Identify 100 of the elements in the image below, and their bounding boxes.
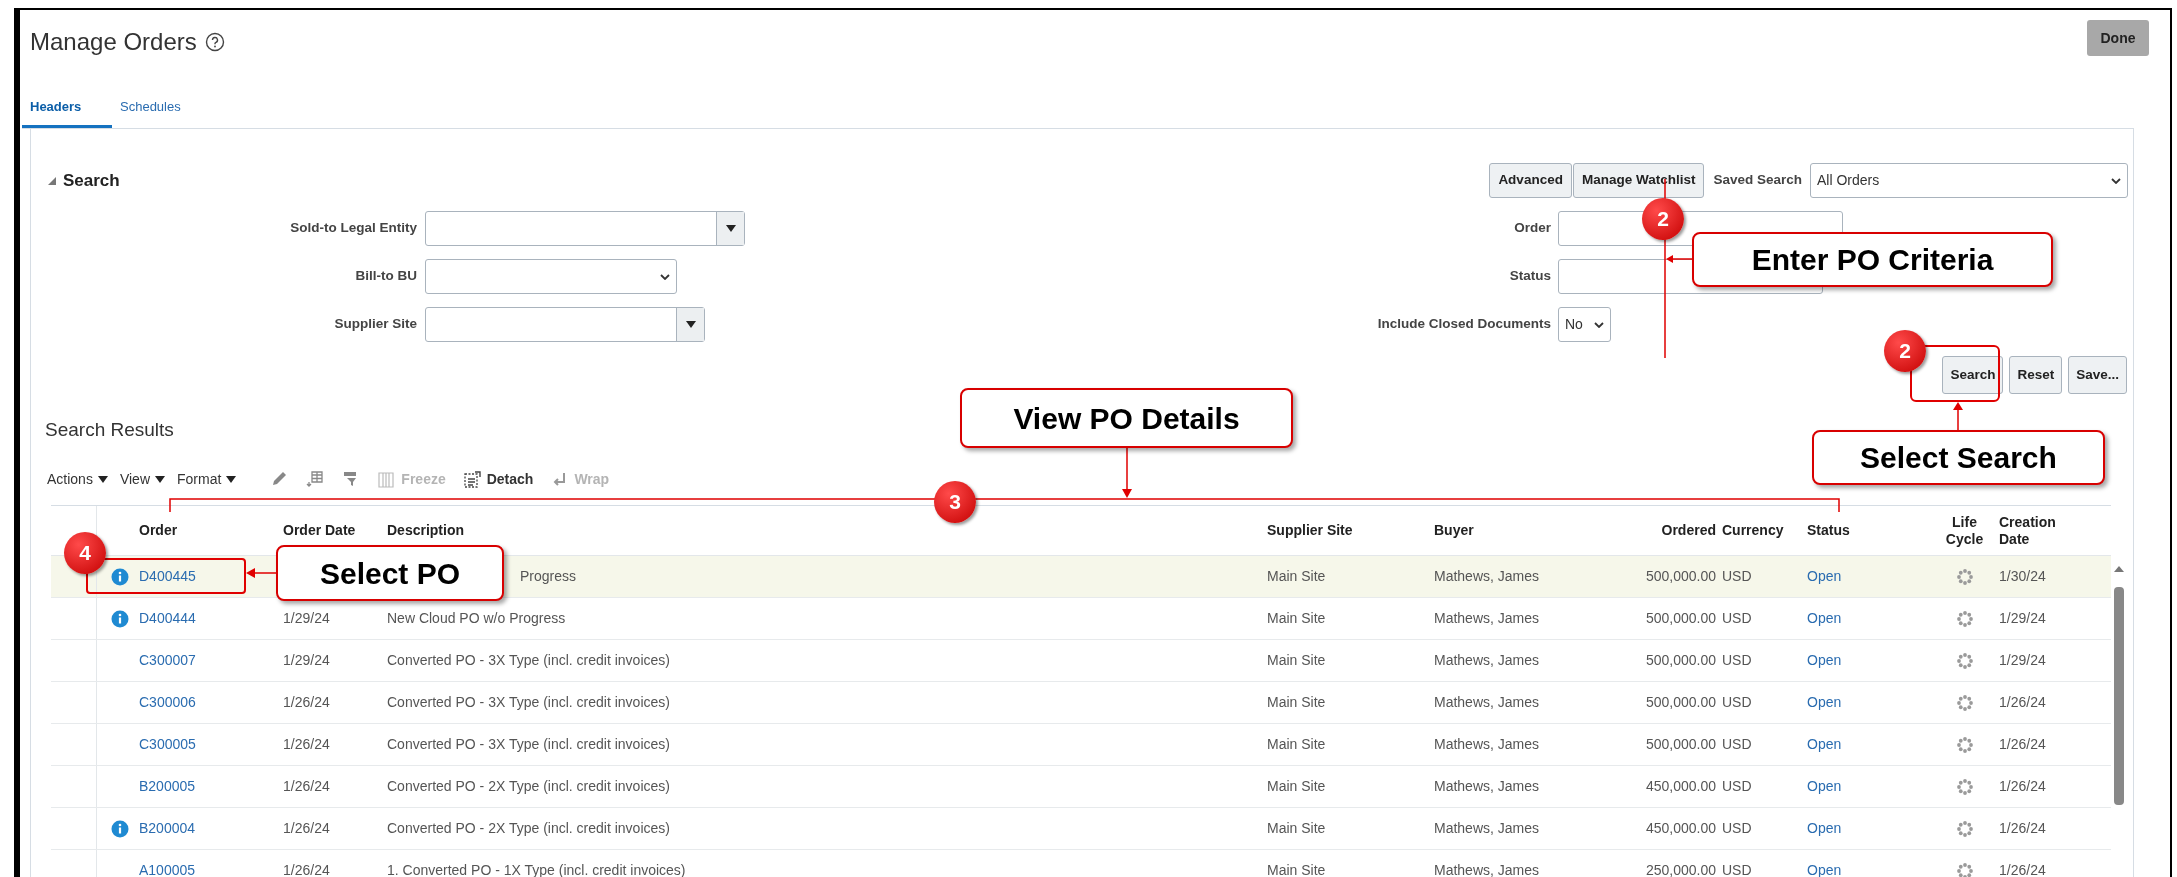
link[interactable]: Open [1807,734,1842,755]
link[interactable]: D400445 [139,566,196,587]
table-cell-text: Main Site [1267,861,1326,877]
table-cell-text: USD [1722,567,1752,586]
toolbar-button[interactable]: Detach [463,468,534,490]
info-icon[interactable] [111,819,129,838]
column-header[interactable]: Order Date [283,522,356,539]
link[interactable]: D400444 [139,608,196,629]
field-label: Saved Search [1713,171,1802,190]
menu-button[interactable]: View [119,468,165,490]
chevron-down-icon[interactable] [2111,177,2121,184]
dotted-circle-icon[interactable] [1955,567,1974,586]
toolbar-button[interactable]: Manage Watchlist [1572,163,1705,198]
link[interactable]: Open [1807,692,1842,713]
tab[interactable]: Headers [22,88,112,128]
dropdown-icon[interactable] [685,321,696,328]
search-action-button[interactable]: Reset [2009,356,2063,394]
table-cell-text: New Cloud PO w/o Progress [387,609,566,628]
link[interactable]: Open [1807,566,1842,587]
table-cell-text: 450,000.00 [1645,777,1716,796]
window-icon[interactable] [463,470,481,488]
table-row[interactable]: D400444 1/29/24 New Cloud PO w/o Progress Main Site Mathews, James 500,000.00 USD Open 1/29/24 [51,598,2111,640]
table-cell-text: USD [1722,651,1752,670]
table-row[interactable]: C300007 1/29/24 Converted PO - 3X Type (incl. credit invoices) Main Site Mathews, James 500,000.00 USD Open 1/29/24 [51,640,2111,682]
column-header[interactable]: Buyer [1434,522,1474,539]
link[interactable]: C300006 [139,692,196,713]
dropdown-icon[interactable] [155,475,165,483]
link[interactable]: Open [1807,818,1842,839]
dotted-circle-icon[interactable] [1955,693,1974,712]
column-header[interactable]: Description [387,522,464,539]
search-action-button[interactable]: Save... [2068,356,2127,394]
link[interactable]: A100005 [139,860,196,877]
scrollbar-thumb[interactable] [2114,587,2124,805]
table-cell-text: Mathews, James [1434,609,1540,628]
link[interactable]: C300005 [139,734,196,755]
dotted-circle-icon[interactable] [1955,651,1974,670]
collapse-triangle-icon[interactable] [47,175,57,186]
chevron-down-icon[interactable] [1594,321,1604,328]
column-header[interactable]: Life Cycle [1944,513,1985,548]
field-label: Order [1513,219,1551,238]
table-cell-text: Mathews, James [1434,777,1540,796]
search-action-button[interactable]: Search [1942,356,2004,394]
dropdown-icon[interactable] [97,475,108,483]
dropdown-icon[interactable] [725,225,736,232]
table-row[interactable]: C300006 1/26/24 Converted PO - 3X Type (incl. credit invoices) Main Site Mathews, James 500,000.00 USD Open 1/26/24 [51,682,2111,724]
table-cell-text: USD [1722,777,1752,796]
menu-button[interactable]: Format [177,468,237,490]
help-icon[interactable] [204,32,225,52]
link[interactable]: B200004 [139,818,196,839]
callout-tooltip: View PO Details [960,388,1293,448]
column-header[interactable]: Supplier Site [1267,522,1353,539]
pencil-icon[interactable] [270,470,289,488]
link[interactable]: B200005 [139,776,196,797]
link[interactable]: Open [1807,650,1842,671]
grid-icon[interactable] [306,470,325,488]
dotted-circle-icon[interactable] [1955,861,1974,877]
table-cell-text: 1/26/24 [283,819,330,838]
column-header[interactable]: Currency [1722,522,1784,539]
column-header[interactable]: Status [1807,522,1850,539]
select-field[interactable]: All Orders [1810,163,2128,198]
combo-field[interactable] [425,211,745,246]
table-row[interactable]: C300005 1/26/24 Converted PO - 3X Type (incl. credit invoices) Main Site Mathews, James 500,000.00 USD Open 1/26/24 [51,724,2111,766]
table-cell-text: Mathews, James [1434,651,1540,670]
chevron-down-icon[interactable] [660,273,670,280]
table-cell-text: 1/26/24 [283,861,330,877]
table-cell-text: Mathews, James [1434,861,1540,877]
table-cell-text: Main Site [1267,819,1326,838]
link[interactable]: Open [1807,860,1842,877]
table-row[interactable]: B200004 1/26/24 Converted PO - 2X Type (incl. credit invoices) Main Site Mathews, James 450,000.00 USD Open 1/26/24 [51,808,2111,850]
field-label: Include Closed Documents [1376,315,1551,334]
link[interactable]: C300007 [139,650,196,671]
table-cell-text: Main Site [1267,735,1326,754]
column-header[interactable]: Order [139,522,178,539]
dotted-circle-icon[interactable] [1955,735,1974,754]
dotted-circle-icon[interactable] [1955,609,1974,628]
done-button[interactable]: Done [2087,20,2149,56]
table-row[interactable]: B200005 1/26/24 Converted PO - 2X Type (incl. credit invoices) Main Site Mathews, James 450,000.00 USD Open 1/26/24 [51,766,2111,808]
toolbar-button[interactable]: Advanced [1489,163,1572,198]
combo-field[interactable] [425,307,705,342]
table-cell-text: USD [1722,735,1752,754]
column-header[interactable]: Ordered [1661,522,1716,539]
dotted-circle-icon[interactable] [1955,777,1974,796]
table-cell-text: 500,000.00 [1645,567,1716,586]
table-cell-text: 1/26/24 [283,693,330,712]
dropdown-icon[interactable] [226,475,237,483]
link[interactable]: Open [1807,776,1842,797]
table-cell-text: 250,000.00 [1645,861,1716,877]
dotted-circle-icon[interactable] [1955,819,1974,838]
table-cell-text: Progress [520,567,577,586]
scroll-up-icon[interactable] [2113,565,2125,573]
select-field[interactable] [425,259,677,294]
select-field[interactable]: No [1558,307,1611,342]
column-header[interactable]: Creation Date [1999,513,2065,548]
tab[interactable]: Schedules [112,88,189,128]
table-cell-text: Mathews, James [1434,735,1540,754]
link[interactable]: Open [1807,608,1842,629]
info-icon[interactable] [111,609,129,628]
callout-tooltip: Enter PO Criteria [1692,232,2053,287]
info-icon[interactable] [111,567,129,586]
menu-button[interactable]: Actions [47,468,108,490]
